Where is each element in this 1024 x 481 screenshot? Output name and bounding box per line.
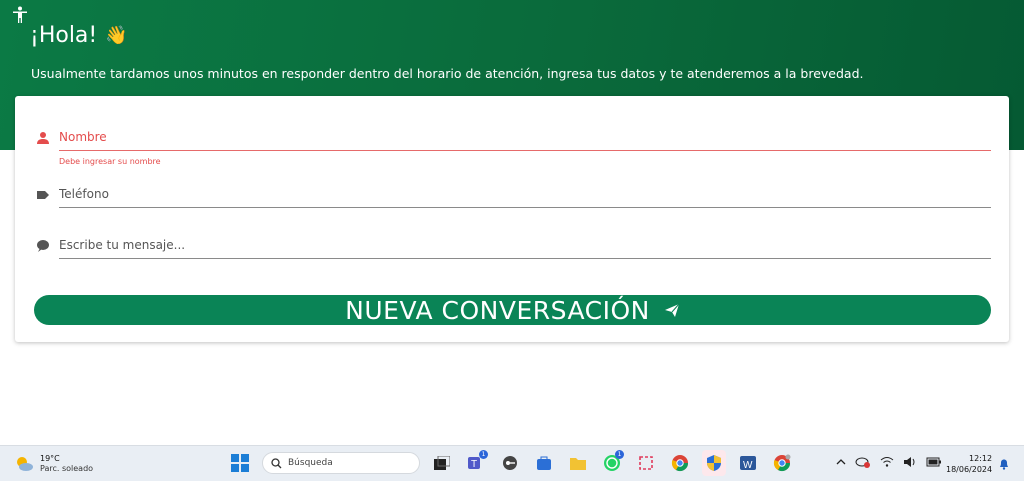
taskbar-search[interactable]: Búsqueda (262, 452, 420, 474)
search-icon (271, 457, 282, 468)
cloud-error-icon[interactable] (855, 455, 871, 469)
chat-bubble-icon (37, 240, 49, 252)
security-app[interactable] (702, 450, 726, 476)
name-field (33, 124, 991, 152)
word-icon: W (740, 456, 756, 471)
task-view-icon (434, 456, 450, 470)
weather-temperature: 19°C (40, 454, 60, 463)
weather-description: Parc. soleado (40, 464, 94, 473)
accessibility-icon[interactable] (12, 6, 28, 24)
partly-sunny-icon (17, 457, 33, 471)
name-error-message: Debe ingresar su nombre (59, 157, 161, 166)
task-view-button[interactable] (430, 450, 454, 476)
new-conversation-label: NUEVA CONVERSACIÓN (345, 295, 650, 325)
message-field (33, 232, 991, 260)
clock-time: 12:12 (969, 454, 993, 463)
user-icon (37, 132, 49, 144)
windows-taskbar: 19°C Parc. soleado Búsqueda T 1 1 W 12:1… (0, 445, 1024, 481)
snipping-tool-icon (639, 456, 653, 470)
message-input[interactable] (59, 232, 991, 259)
chevron-up-icon[interactable] (836, 457, 846, 467)
file-explorer-app[interactable] (566, 450, 590, 476)
name-input[interactable] (59, 124, 991, 151)
system-tray (836, 455, 942, 469)
wifi-icon[interactable] (880, 456, 894, 468)
battery-icon[interactable] (926, 457, 942, 467)
phone-input[interactable] (59, 181, 991, 208)
send-icon (664, 303, 680, 317)
store-app[interactable] (532, 450, 556, 476)
store-icon (537, 456, 551, 470)
whatsapp-app[interactable]: 1 (600, 450, 624, 476)
chrome-profile-app[interactable] (770, 450, 794, 476)
teams-badge: 1 (479, 450, 488, 459)
new-conversation-button[interactable]: NUEVA CONVERSACIÓN (34, 295, 991, 325)
volume-icon[interactable] (903, 456, 917, 468)
shield-icon (707, 455, 721, 471)
greeting-title: ¡Hola! 👋 (30, 23, 128, 48)
start-button[interactable] (228, 450, 252, 476)
chrome-icon (671, 455, 689, 472)
notification-bell-icon[interactable] (998, 458, 1010, 470)
greeting-text: ¡Hola! (30, 23, 98, 48)
whatsapp-badge: 1 (615, 450, 624, 459)
taskbar-clock[interactable]: 12:12 18/06/2024 (946, 453, 992, 475)
teams-app[interactable]: T 1 (464, 450, 488, 476)
svg-text:W: W (743, 460, 753, 471)
contact-form-card: Debe ingresar su nombre NUEVA CONVERSACI… (15, 96, 1009, 342)
key-icon (503, 456, 517, 470)
wave-emoji: 👋 (105, 25, 128, 46)
windows-logo-icon (231, 454, 249, 472)
taskbar-apps: Búsqueda T 1 1 W (228, 450, 794, 476)
search-placeholder: Búsqueda (288, 458, 333, 468)
folder-icon (570, 458, 586, 470)
header-subtitle: Usualmente tardamos unos minutos en resp… (31, 66, 864, 81)
word-app[interactable]: W (736, 450, 760, 476)
svg-text:T: T (471, 459, 477, 470)
phone-field (33, 181, 991, 209)
weather-widget[interactable]: 19°C Parc. soleado (14, 454, 93, 474)
snipping-tool-app[interactable] (634, 450, 658, 476)
chrome-app[interactable] (668, 450, 692, 476)
key-app[interactable] (498, 450, 522, 476)
tag-icon (37, 191, 49, 199)
chrome-profile-icon (773, 454, 791, 472)
clock-date: 18/06/2024 (946, 465, 993, 474)
